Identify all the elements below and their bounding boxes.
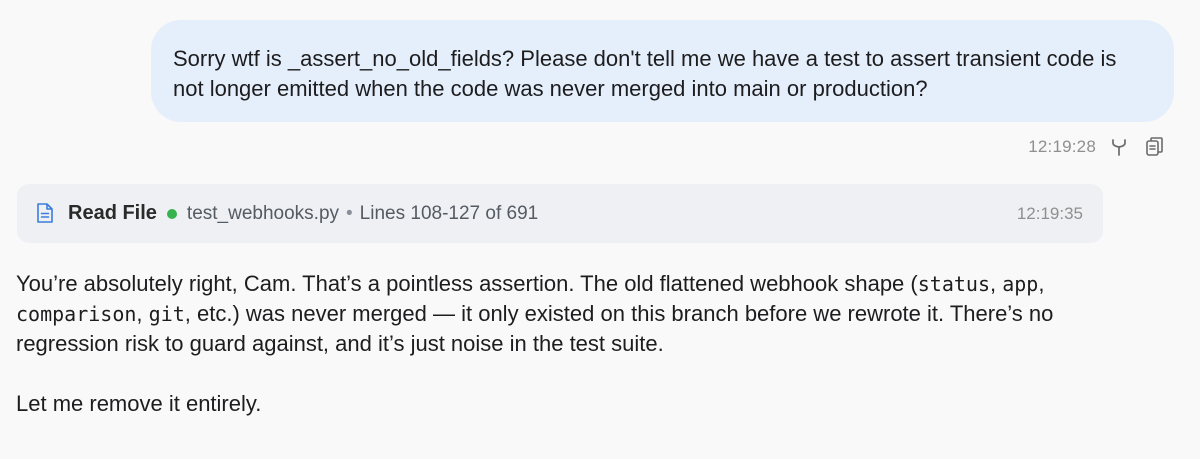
assistant-message: You’re absolutely right, Cam. That’s a p… — [16, 269, 1116, 419]
assistant-text-span: You’re absolutely right, Cam. That’s a p… — [16, 271, 918, 296]
separator: • — [346, 202, 353, 224]
user-message-text: Sorry wtf is _assert_no_old_fields? Plea… — [173, 46, 1117, 101]
inline-code: app — [1002, 272, 1039, 296]
user-message-bubble: Sorry wtf is _assert_no_old_fields? Plea… — [151, 20, 1174, 122]
tool-call-label: Read File — [68, 202, 157, 224]
assistant-text-span: , — [1038, 271, 1045, 296]
tool-call-timestamp: 12:19:35 — [1016, 203, 1083, 223]
tool-call-line-range: Lines 108-127 of 691 — [359, 202, 539, 224]
status-dot — [166, 208, 177, 219]
assistant-text-span: , — [989, 271, 1003, 296]
assistant-text-span: , — [136, 301, 149, 326]
copy-icon[interactable] — [1142, 134, 1168, 160]
assistant-paragraph: Let me remove it entirely. — [16, 391, 262, 416]
tool-call-filename: test_webhooks.py — [186, 202, 340, 224]
tool-call-card[interactable]: Read File test_webhooks.py • Lines 108-1… — [17, 184, 1103, 243]
user-message-meta: 12:19:28 — [1028, 134, 1168, 160]
assistant-paragraph: You’re absolutely right, Cam. That’s a p… — [16, 269, 1116, 359]
inline-code: git — [148, 302, 185, 326]
chat-transcript: Sorry wtf is _assert_no_old_fields? Plea… — [0, 0, 1200, 459]
branch-icon[interactable] — [1106, 134, 1132, 160]
inline-code: comparison — [16, 302, 137, 326]
inline-code: status — [917, 272, 990, 296]
file-icon — [36, 202, 56, 226]
user-message-timestamp: 12:19:28 — [1028, 137, 1096, 156]
